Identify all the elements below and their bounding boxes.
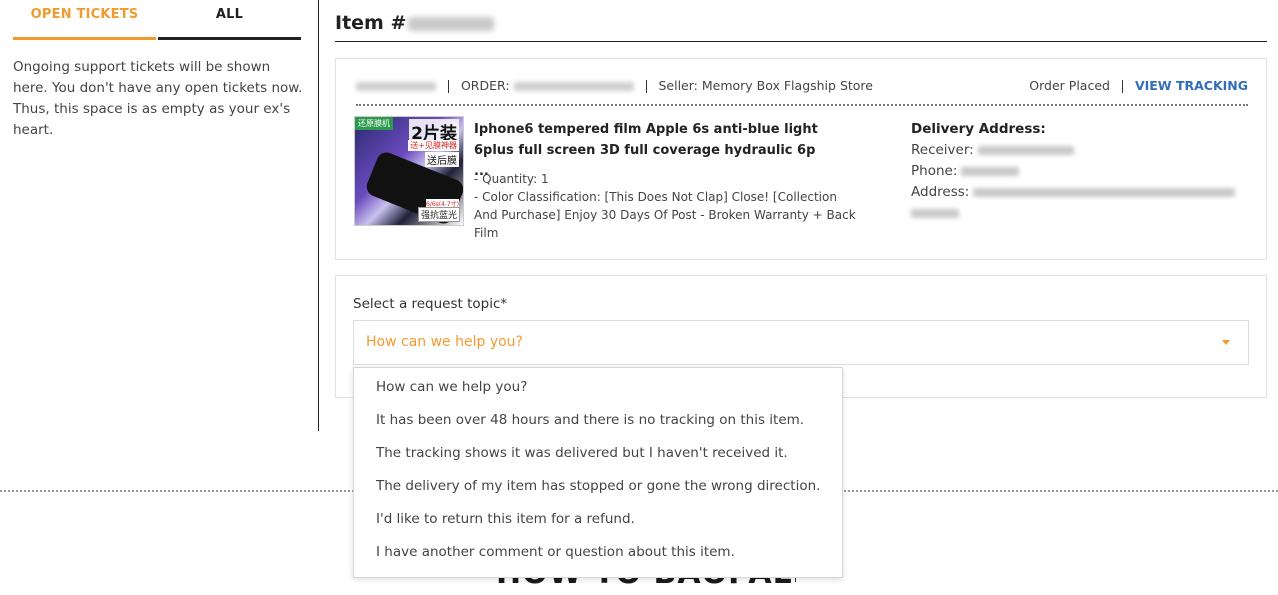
redacted-order-date	[356, 82, 436, 91]
thumbnail-tag: 还原膜机	[355, 117, 393, 130]
chevron-down-icon	[1222, 340, 1230, 345]
receiver-label: Receiver:	[911, 142, 974, 158]
ticket-tabs: OPEN TICKETS ALL	[13, 0, 301, 40]
redacted-address-2	[911, 208, 959, 218]
request-topic-label: Select a request topic*	[353, 296, 508, 312]
product-quantity: - Quantity: 1	[474, 172, 549, 186]
product-thumbnail[interactable]: 还原膜机 2片装 送+见膜神器 送后膜 6/6s(4.7寸) 强抗蓝光	[354, 116, 464, 226]
request-topic-dropdown: How can we help you? It has been over 48…	[353, 367, 843, 578]
view-tracking-link[interactable]: VIEW TRACKING	[1135, 78, 1248, 93]
tab-all[interactable]: ALL	[158, 0, 301, 40]
seller-label: Seller: Memory Box Flagship Store	[658, 78, 873, 93]
address-label: Address:	[911, 184, 970, 200]
dropdown-option[interactable]: The delivery of my item has stopped or g…	[354, 470, 842, 503]
item-title: Item #	[335, 12, 1267, 42]
dropdown-option[interactable]: The tracking shows it was delivered but …	[354, 437, 842, 470]
address-line-2	[911, 203, 1251, 224]
thumbnail-sub-text-2: 送后膜	[425, 152, 459, 167]
divider	[645, 80, 647, 93]
tab-open-tickets[interactable]: OPEN TICKETS	[13, 0, 156, 40]
dropdown-option[interactable]: How can we help you?	[354, 371, 842, 404]
order-status-group: Order Placed VIEW TRACKING	[1029, 78, 1248, 93]
empty-tickets-message: Ongoing support tickets will be shown he…	[13, 59, 303, 138]
redacted-receiver	[977, 145, 1074, 155]
thumbnail-sub-text: 送+见膜神器	[408, 140, 459, 151]
thumbnail-badge: 强抗蓝光	[417, 207, 460, 222]
redacted-order-number	[513, 82, 634, 91]
dropdown-option[interactable]: It has been over 48 hours and there is n…	[354, 404, 842, 437]
phone-row: Phone:	[911, 161, 1251, 182]
dropdown-option[interactable]: I'd like to return this item for a refun…	[354, 503, 842, 536]
order-card: ORDER: Seller: Memory Box Flagship Store…	[335, 58, 1267, 260]
redacted-address	[973, 187, 1236, 197]
redacted-phone	[961, 166, 1020, 176]
redacted-item-number	[408, 16, 495, 31]
phone-label: Phone:	[911, 163, 958, 179]
product-color-classification: - Color Classification: [This Does Not C…	[474, 190, 856, 240]
item-title-prefix: Item #	[335, 12, 407, 34]
dropdown-option[interactable]: I have another comment or question about…	[354, 536, 842, 569]
request-topic-selected: How can we help you?	[366, 334, 523, 350]
sidebar: OPEN TICKETS ALL Ongoing support tickets…	[0, 0, 319, 431]
divider	[447, 80, 449, 93]
address-row: Address:	[911, 182, 1251, 224]
delivery-address: Delivery Address: Receiver: Phone: Addre…	[911, 119, 1251, 224]
delivery-title: Delivery Address:	[911, 121, 1046, 137]
order-meta: ORDER: Seller: Memory Box Flagship Store…	[356, 78, 1248, 106]
product-details: - Quantity: 1 - Color Classification: [T…	[474, 170, 859, 242]
request-topic-select[interactable]: How can we help you?	[353, 320, 1249, 365]
receiver-row: Receiver:	[911, 140, 1251, 161]
order-status: Order Placed	[1029, 78, 1110, 93]
divider	[1121, 80, 1123, 93]
order-label: ORDER:	[460, 78, 510, 93]
